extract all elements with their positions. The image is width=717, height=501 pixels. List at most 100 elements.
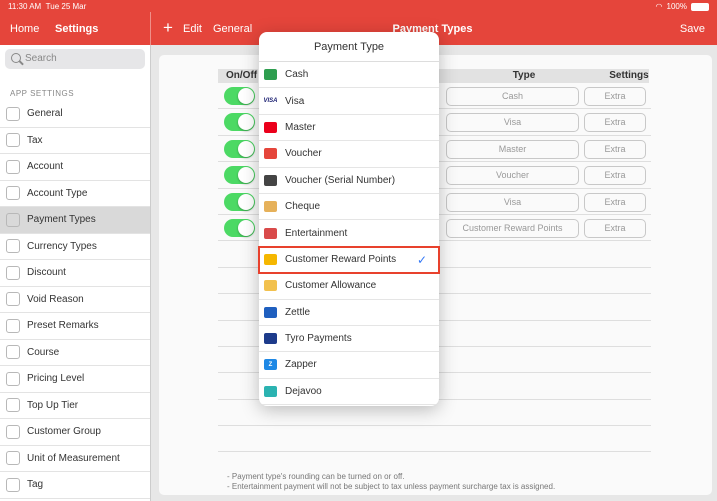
popover-title: Payment Type [259, 32, 439, 62]
header-type: Type [439, 69, 609, 83]
sidebar-item-label: Account Type [27, 187, 88, 199]
payment-types-icon [6, 212, 20, 227]
cheque-icon [264, 201, 277, 213]
sidebar-item-currency-types[interactable]: Currency Types [0, 234, 150, 260]
sidebar-item-tax[interactable]: Tax [0, 128, 150, 154]
payment-type-popover: Payment Type Cash VISA Visa Master Voucher Vo… [259, 32, 439, 406]
extra-button[interactable]: Extra [584, 87, 646, 106]
extra-button[interactable]: Extra [584, 192, 646, 212]
sidebar-item-label: Currency Types [27, 240, 97, 252]
save-button[interactable]: Save [680, 23, 705, 35]
type-field[interactable]: Visa [446, 192, 579, 212]
payment-option-tyro-payments[interactable]: Tyro Payments [259, 326, 439, 353]
payment-option-voucher-serial-number[interactable]: Voucher (Serial Number) [259, 168, 439, 194]
payment-option-visa[interactable]: VISA Visa [259, 88, 439, 115]
barcode-icon [264, 174, 277, 186]
sidebar-item-label: Tag [27, 479, 44, 491]
payment-option-entertainment[interactable]: Entertainment [259, 220, 439, 247]
extra-button[interactable]: Extra [584, 113, 646, 133]
unit-of-measurement-icon [6, 451, 20, 466]
extra-button[interactable]: Extra [584, 218, 646, 238]
payment-option-label: Customer Allowance [285, 280, 377, 292]
general-button[interactable]: General [213, 23, 252, 35]
sidebar-item-payment-types[interactable]: Payment Types [0, 207, 150, 234]
nav-divider [150, 12, 151, 45]
general-icon [6, 106, 20, 121]
payment-option-label: Master [285, 121, 316, 133]
tyro-icon [264, 333, 277, 345]
cash-icon [264, 69, 277, 81]
payment-option-voucher[interactable]: Voucher [259, 141, 439, 168]
paypal-icon [264, 306, 277, 318]
payment-option-cheque[interactable]: Cheque [259, 194, 439, 221]
type-field[interactable]: Cash [446, 87, 579, 106]
sidebar-item-customer-group[interactable]: Customer Group [0, 419, 150, 446]
table-row [218, 426, 651, 453]
sidebar-item-preset-remarks[interactable]: Preset Remarks [0, 313, 150, 340]
payment-option-zettle[interactable]: Zettle [259, 300, 439, 326]
sidebar-item-label: General [27, 108, 63, 120]
popover-list: Cash VISA Visa Master Voucher Voucher (Serial… [259, 62, 439, 406]
sidebar: Search APP SETTINGS General Tax Account Acc… [0, 45, 151, 501]
search-icon [11, 53, 21, 63]
onoff-toggle[interactable] [224, 139, 255, 158]
section-label: APP SETTINGS [10, 89, 75, 98]
edit-button[interactable]: Edit [183, 23, 202, 35]
payment-option-master[interactable]: Master [259, 115, 439, 142]
sidebar-item-top-up-tier[interactable]: Top Up Tier [0, 393, 150, 419]
customer-group-icon [6, 424, 20, 439]
voucher-icon [264, 148, 277, 160]
course-icon [6, 345, 20, 360]
sidebar-item-label: Preset Remarks [27, 320, 99, 332]
sidebar-item-label: Account [27, 161, 64, 173]
payment-option-dejavoo[interactable]: Dejavoo [259, 379, 439, 406]
sidebar-item-general[interactable]: General [0, 101, 150, 128]
payment-option-label: Zapper [285, 359, 317, 371]
payment-option-label: Zettle [285, 306, 311, 318]
settings-title: Settings [55, 23, 99, 35]
sidebar-item-unit-of-measurement[interactable]: Unit of Measurement [0, 446, 150, 472]
preset-remarks-icon [6, 318, 20, 333]
sidebar-item-account[interactable]: Account [0, 154, 150, 181]
allowance-icon [264, 280, 277, 292]
home-button[interactable]: Home [10, 23, 39, 35]
type-field[interactable]: Visa [446, 113, 579, 133]
selection-highlight [258, 246, 440, 274]
currency-types-icon [6, 239, 20, 254]
sidebar-item-label: Top Up Tier [27, 399, 79, 411]
note-1: - Payment type's rounding can be turned … [227, 472, 405, 481]
sidebar-item-void-reason[interactable]: Void Reason [0, 287, 150, 313]
sidebar-item-account-type[interactable]: Account Type [0, 181, 150, 207]
sidebar-item-discount[interactable]: Discount [0, 260, 150, 287]
header-settings: Settings [609, 69, 649, 83]
sidebar-item-label: Pricing Level [27, 373, 85, 385]
type-field[interactable]: Customer Reward Points [446, 218, 579, 238]
add-button[interactable]: + [163, 19, 173, 36]
mastercard-icon [264, 121, 277, 133]
onoff-toggle[interactable] [224, 166, 255, 185]
payment-option-cash[interactable]: Cash [259, 62, 439, 89]
header-onoff: On/Off [218, 69, 258, 83]
discount-icon [6, 265, 20, 280]
wifi-icon: ◠ [655, 2, 663, 11]
search-input[interactable]: Search [5, 49, 145, 69]
payment-option-label: Tyro Payments [285, 333, 352, 345]
onoff-toggle[interactable] [224, 218, 255, 237]
sidebar-item-course[interactable]: Course [0, 340, 150, 366]
sidebar-item-label: Course [27, 346, 60, 358]
sidebar-item-pricing-level[interactable]: Pricing Level [0, 366, 150, 393]
payment-option-label: Cheque [285, 201, 321, 213]
type-field[interactable]: Master [446, 139, 579, 159]
extra-button[interactable]: Extra [584, 139, 646, 159]
onoff-toggle[interactable] [224, 113, 255, 132]
extra-button[interactable]: Extra [584, 166, 646, 186]
onoff-toggle[interactable] [224, 87, 255, 105]
onoff-toggle[interactable] [224, 192, 255, 211]
payment-option-customer-allowance[interactable]: Customer Allowance [259, 273, 439, 300]
status-right: ◠ 100% [656, 2, 709, 11]
battery-percent: 100% [666, 2, 687, 11]
sidebar-item-tag[interactable]: Tag [0, 472, 150, 499]
dejavoo-icon [264, 385, 277, 397]
payment-option-zapper[interactable]: Z Zapper [259, 352, 439, 379]
type-field[interactable]: Voucher [446, 166, 579, 186]
